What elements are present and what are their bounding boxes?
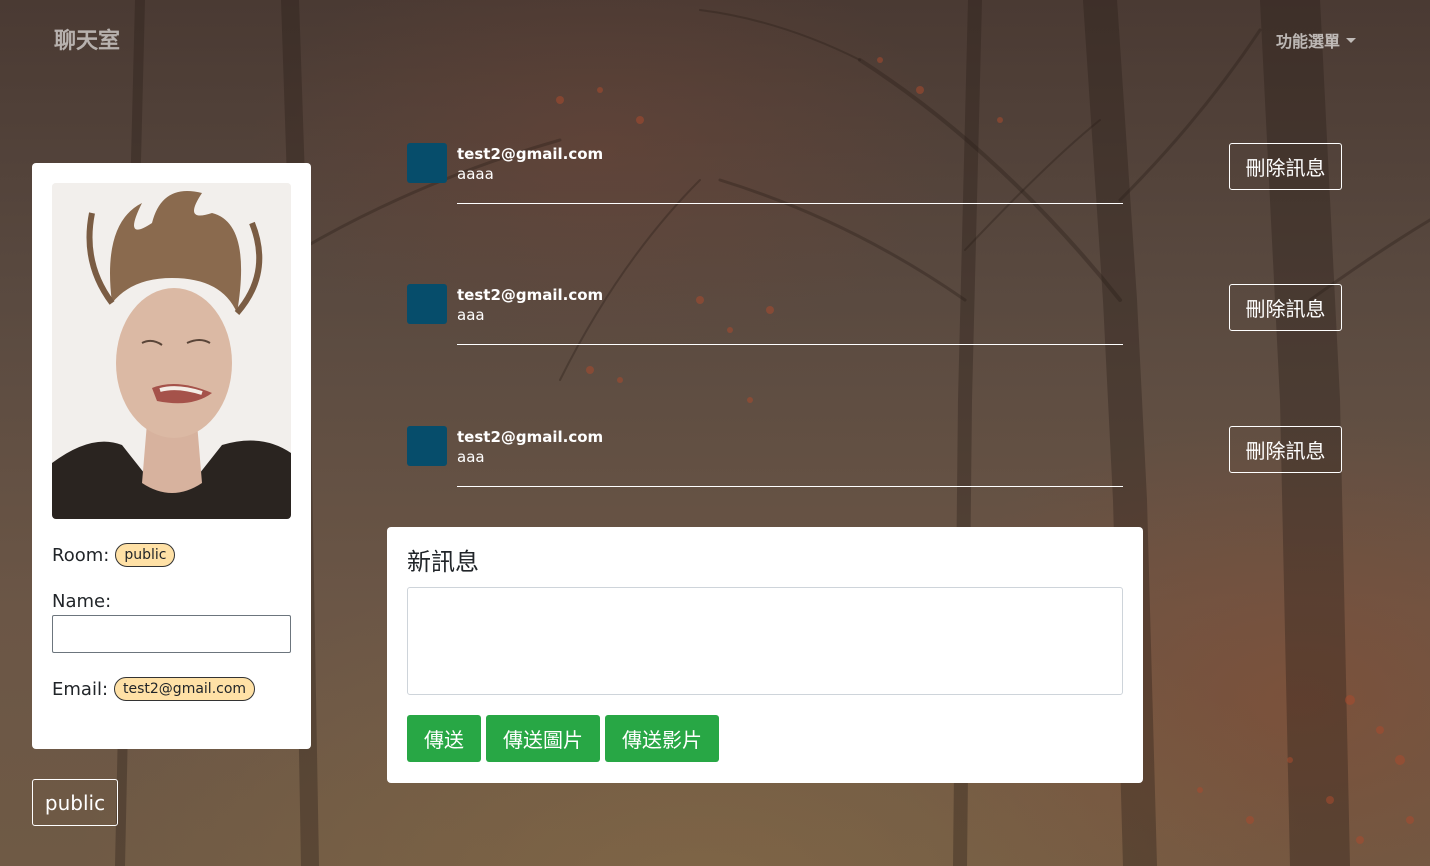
room-public-button[interactable]: public	[32, 779, 118, 826]
message-sender: test2@gmail.com	[457, 145, 604, 163]
name-input[interactable]	[52, 615, 291, 653]
delete-message-button[interactable]: 刪除訊息	[1229, 426, 1342, 473]
room-label: Room:	[52, 544, 110, 566]
message-sender: test2@gmail.com	[457, 286, 604, 304]
profile-photo-image	[52, 183, 291, 519]
new-message-card: 新訊息 傳送 傳送圖片 傳送影片	[387, 527, 1143, 783]
function-menu-dropdown[interactable]: 功能選單	[1276, 28, 1356, 52]
send-button[interactable]: 傳送	[407, 715, 481, 762]
message-item: test2@gmail.com aaa 刪除訊息	[407, 284, 1342, 346]
avatar	[407, 143, 447, 183]
name-label: Name:	[52, 591, 112, 612]
send-video-button[interactable]: 傳送影片	[605, 715, 719, 762]
avatar	[407, 426, 447, 466]
profile-card: Room: public Name: Email: test2@gmail.co…	[32, 163, 311, 749]
delete-message-button[interactable]: 刪除訊息	[1229, 284, 1342, 331]
brand-title[interactable]: 聊天室	[54, 23, 120, 55]
delete-message-button[interactable]: 刪除訊息	[1229, 143, 1342, 190]
message-item: test2@gmail.com aaa 刪除訊息	[407, 426, 1342, 488]
new-message-title: 新訊息	[407, 548, 479, 576]
email-label: Email:	[52, 678, 109, 700]
message-sender: test2@gmail.com	[457, 428, 604, 446]
profile-photo	[52, 183, 291, 519]
message-text: aaa	[457, 306, 485, 324]
message-input[interactable]	[407, 587, 1123, 695]
email-badge: test2@gmail.com	[114, 677, 256, 701]
navbar: 聊天室 功能選單	[0, 0, 1430, 78]
caret-down-icon	[1346, 37, 1356, 43]
send-image-button[interactable]: 傳送圖片	[486, 715, 600, 762]
message-item: test2@gmail.com aaaa 刪除訊息	[407, 143, 1342, 205]
message-divider	[457, 203, 1123, 204]
avatar	[407, 284, 447, 324]
room-badge: public	[115, 543, 176, 567]
message-text: aaaa	[457, 165, 494, 183]
email-row: Email: test2@gmail.com	[52, 677, 291, 701]
message-divider	[457, 344, 1123, 345]
compose-actions: 傳送 傳送圖片 傳送影片	[407, 715, 1123, 762]
message-text: aaa	[457, 448, 485, 466]
room-row: Room: public	[52, 543, 291, 567]
function-menu-label: 功能選單	[1275, 32, 1340, 51]
message-divider	[457, 486, 1123, 487]
